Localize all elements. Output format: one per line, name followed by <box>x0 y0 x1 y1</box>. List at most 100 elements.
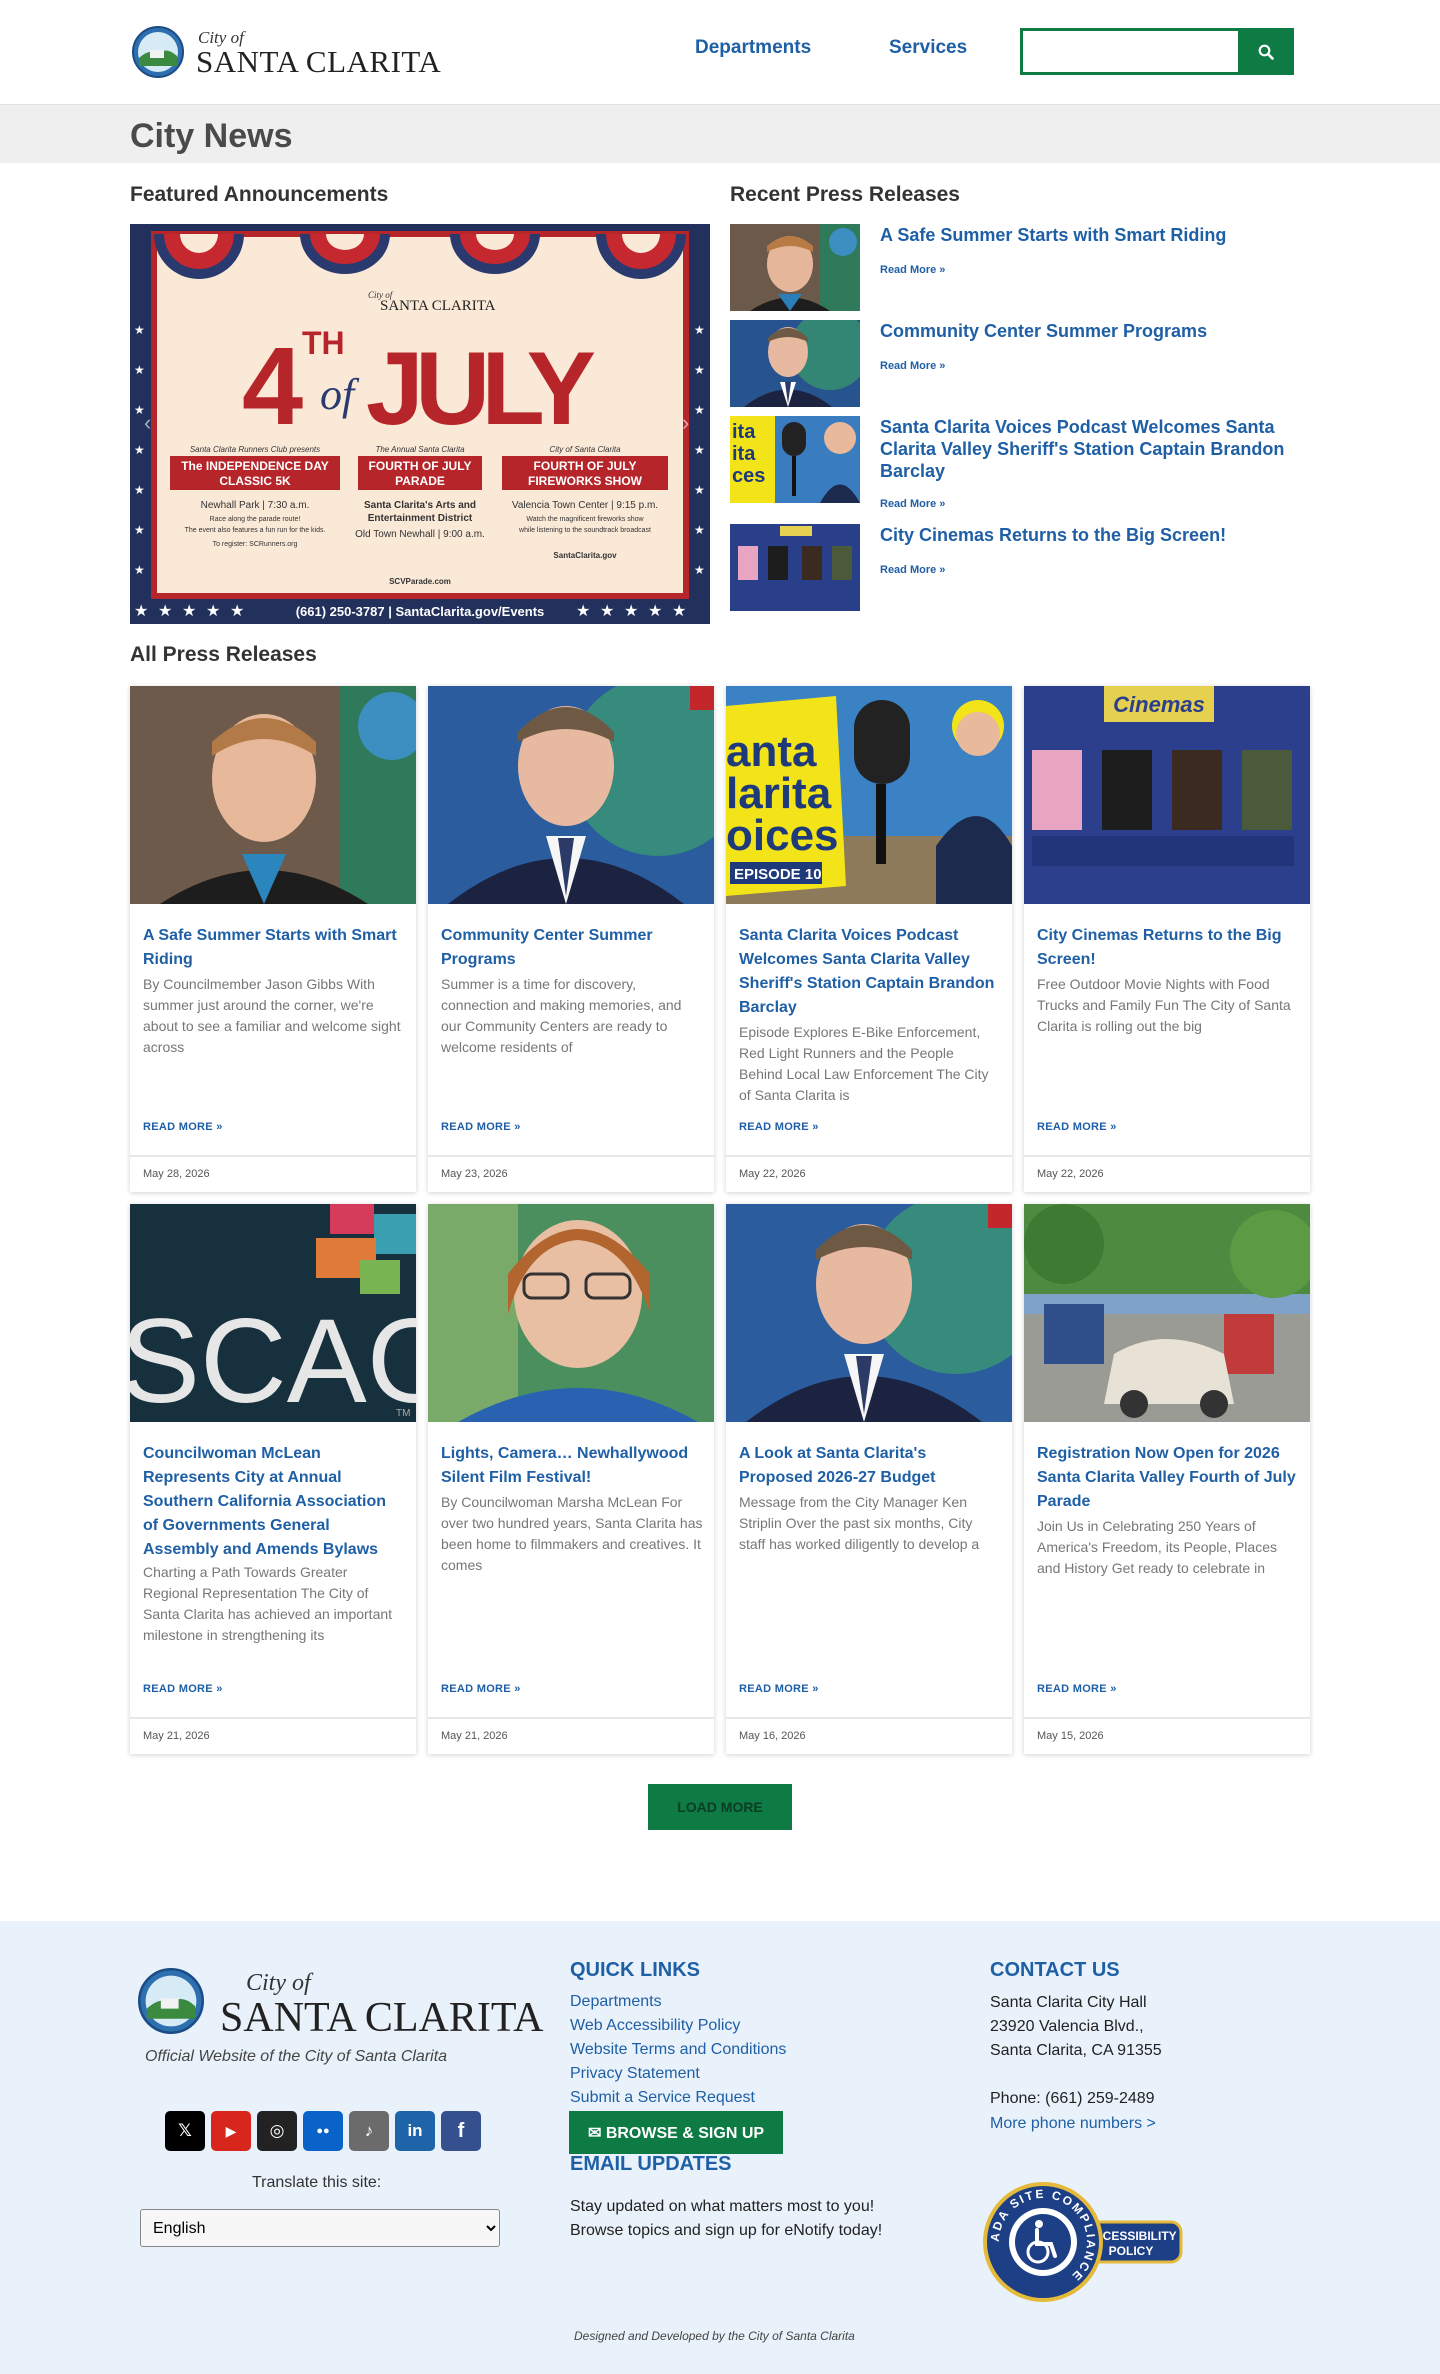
tiktok-icon[interactable]: ♪ <box>349 2111 389 2151</box>
more-phone-numbers-link[interactable]: More phone numbers > <box>990 2115 1156 2133</box>
card-read-more[interactable]: READ MORE » <box>1037 1121 1117 1133</box>
contact-phone: Phone: (661) 259-2489 <box>990 2090 1155 2107</box>
svg-text:★: ★ <box>694 403 705 417</box>
flickr-icon[interactable]: ●● <box>303 2111 343 2151</box>
recent-thumbnail[interactable]: ita ita ces <box>730 416 860 503</box>
poster-event-2-presenter: The Annual Santa Clarita <box>375 445 465 454</box>
card-image[interactable] <box>428 1204 714 1422</box>
language-select[interactable]: English <box>140 2209 500 2247</box>
recent-title[interactable]: Community Center Summer Programs <box>880 320 1310 342</box>
poster-event-2-name-1: FOURTH OF JULY <box>369 459 472 473</box>
poster-event-3-name-1: FOURTH OF JULY <box>534 459 637 473</box>
card-excerpt: Message from the City Manager Ken Stripl… <box>739 1494 980 1552</box>
card-excerpt: Free Outdoor Movie Nights with Food Truc… <box>1037 976 1291 1034</box>
card-title[interactable]: A Safe Summer Starts with Smart Riding <box>143 924 405 972</box>
recent-read-more[interactable]: Read More » <box>880 564 945 576</box>
card-date: May 21, 2026 <box>441 1730 508 1742</box>
quick-link-departments[interactable]: Departments <box>570 1993 662 2011</box>
card-image[interactable] <box>1024 1204 1310 1422</box>
card-read-more[interactable]: READ MORE » <box>739 1683 819 1695</box>
load-more-button[interactable]: LOAD MORE <box>648 1784 792 1830</box>
email-text-2: Browse topics and sign up for eNotify to… <box>570 2222 883 2239</box>
poster-event-3-d3: SantaClarita.gov <box>553 551 617 560</box>
press-card[interactable]: Cinemas City Cinemas Returns to the Big … <box>1024 686 1310 1192</box>
card-read-more[interactable]: READ MORE » <box>441 1683 521 1695</box>
recent-thumbnail[interactable] <box>730 524 860 611</box>
recent-read-more[interactable]: Read More » <box>880 360 945 372</box>
recent-title[interactable]: City Cinemas Returns to the Big Screen! <box>880 524 1310 546</box>
recent-title[interactable]: A Safe Summer Starts with Smart Riding <box>880 224 1310 246</box>
card-image[interactable]: anta larita oices EPISODE 10 <box>726 686 1012 904</box>
card-title[interactable]: City Cinemas Returns to the Big Screen! <box>1037 924 1299 972</box>
card-title[interactable]: Councilwoman McLean Represents City at A… <box>143 1442 405 1562</box>
svg-text:★: ★ <box>134 523 145 537</box>
card-read-more[interactable]: READ MORE » <box>739 1121 819 1133</box>
card-title[interactable]: A Look at Santa Clarita's Proposed 2026-… <box>739 1442 1001 1490</box>
card-date: May 21, 2026 <box>143 1730 210 1742</box>
site-logo[interactable]: City of SANTA CLARITA <box>132 26 441 80</box>
youtube-icon[interactable]: ▶ <box>211 2111 251 2151</box>
recent-read-more[interactable]: Read More » <box>880 498 945 510</box>
press-card[interactable]: Community Center Summer Programs Summer … <box>428 686 714 1192</box>
ada-policy-line-2: POLICY <box>1109 2244 1154 2258</box>
slider-next-icon[interactable]: › <box>682 410 689 436</box>
svg-text:★: ★ <box>134 323 145 337</box>
card-title[interactable]: Lights, Camera… Newhallywood Silent Film… <box>441 1442 703 1490</box>
nav-services[interactable]: Services <box>889 37 967 59</box>
card-read-more[interactable]: READ MORE » <box>1037 1683 1117 1695</box>
poster-event-3-presenter: City of Santa Clarita <box>549 445 621 454</box>
x-icon[interactable]: 𝕏 <box>165 2111 205 2151</box>
featured-slider[interactable]: City of SANTA CLARITA 4 TH of JULY Santa… <box>130 224 710 624</box>
linkedin-icon[interactable]: in <box>395 2111 435 2151</box>
press-card[interactable]: SCAG TM Councilwoman McLean Represents C… <box>130 1204 416 1754</box>
footer-tagline: Official Website of the City of Santa Cl… <box>145 2048 448 2065</box>
press-card[interactable]: Registration Now Open for 2026 Santa Cla… <box>1024 1204 1310 1754</box>
card-date: May 22, 2026 <box>1037 1168 1104 1180</box>
card-title[interactable]: Community Center Summer Programs <box>441 924 703 972</box>
recent-thumbnail[interactable] <box>730 320 860 407</box>
recent-thumbnail[interactable] <box>730 224 860 311</box>
card-read-more[interactable]: READ MORE » <box>143 1121 223 1133</box>
press-card[interactable]: A Safe Summer Starts with Smart Riding B… <box>130 686 416 1192</box>
email-updates-heading: EMAIL UPDATES <box>570 2153 732 2175</box>
quick-link-accessibility[interactable]: Web Accessibility Policy <box>570 2017 740 2035</box>
recent-podcast-text-1: ita <box>732 421 756 443</box>
footer-logo[interactable]: City of SANTA CLARITA <box>138 1968 543 2041</box>
svg-text:★: ★ <box>182 601 196 620</box>
ada-compliance-badge[interactable]: ACCESSIBILITY POLICY ADA SITE COMPLIANCE <box>983 2180 1198 2305</box>
card-title[interactable]: Registration Now Open for 2026 Santa Cla… <box>1037 1442 1299 1514</box>
nav-departments[interactable]: Departments <box>695 37 811 59</box>
card-image[interactable] <box>726 1204 1012 1422</box>
card-footer: May 23, 2026 <box>428 1155 714 1190</box>
facebook-icon[interactable]: f <box>441 2111 481 2151</box>
card-image[interactable] <box>130 686 416 904</box>
instagram-icon[interactable]: ◎ <box>257 2111 297 2151</box>
quick-link-service-request[interactable]: Submit a Service Request <box>570 2089 755 2107</box>
search-input[interactable] <box>1023 31 1239 72</box>
card-excerpt: Charting a Path Towards Greater Regional… <box>143 1564 393 1643</box>
poster-headline-sup: TH <box>302 325 345 361</box>
card-title[interactable]: Santa Clarita Voices Podcast Welcomes Sa… <box>739 924 1001 1020</box>
press-card[interactable]: anta larita oices EPISODE 10 Santa Clari… <box>726 686 1012 1192</box>
card-read-more[interactable]: READ MORE » <box>143 1683 223 1695</box>
all-heading: All Press Releases <box>130 643 317 666</box>
search-button[interactable] <box>1238 28 1294 75</box>
card-image[interactable] <box>428 686 714 904</box>
browse-signup-button[interactable]: ✉ BROWSE & SIGN UP <box>569 2111 783 2154</box>
card-image[interactable]: Cinemas <box>1024 686 1310 904</box>
footer-credit: Designed and Developed by the City of Sa… <box>574 2329 855 2343</box>
quick-link-privacy[interactable]: Privacy Statement <box>570 2065 700 2083</box>
press-card[interactable]: A Look at Santa Clarita's Proposed 2026-… <box>726 1204 1012 1754</box>
recent-item[interactable]: City Cinemas Returns to the Big Screen! … <box>730 524 1320 614</box>
poster-event-3-d1: Watch the magnificent fireworks show <box>526 516 644 523</box>
recent-read-more[interactable]: Read More » <box>880 264 945 276</box>
recent-item[interactable]: A Safe Summer Starts with Smart Riding R… <box>730 224 1320 314</box>
slider-prev-icon[interactable]: ‹ <box>144 410 151 436</box>
quick-link-terms[interactable]: Website Terms and Conditions <box>570 2041 786 2059</box>
card-read-more[interactable]: READ MORE » <box>441 1121 521 1133</box>
recent-item[interactable]: ita ita ces Santa Clarita Voices Podcast… <box>730 416 1320 516</box>
card-image[interactable]: SCAG TM <box>130 1204 416 1422</box>
press-card[interactable]: Lights, Camera… Newhallywood Silent Film… <box>428 1204 714 1754</box>
recent-title[interactable]: Santa Clarita Voices Podcast Welcomes Sa… <box>880 416 1310 482</box>
recent-item[interactable]: Community Center Summer Programs Read Mo… <box>730 320 1320 410</box>
